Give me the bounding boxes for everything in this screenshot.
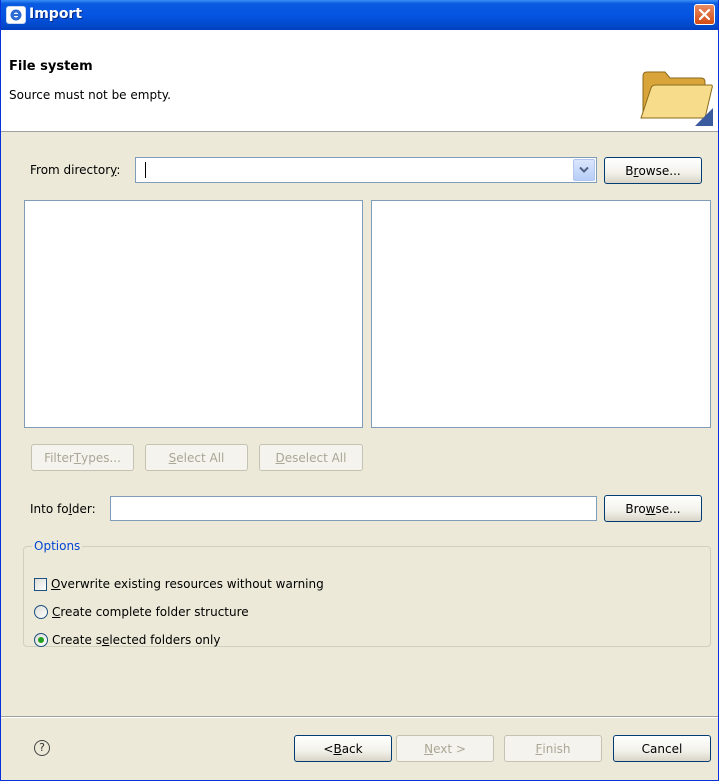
options-legend: Options xyxy=(34,539,81,553)
footer-separator xyxy=(1,716,718,718)
page-title: File system xyxy=(9,59,93,74)
error-message: Source must not be empty. xyxy=(9,88,171,102)
chevron-down-icon xyxy=(579,166,589,173)
overwrite-checkbox[interactable] xyxy=(34,577,47,591)
wizard-header: File system Source must not be empty. xyxy=(1,30,718,132)
browse-source-button[interactable]: Br owse... xyxy=(604,157,702,184)
file-list-panel[interactable] xyxy=(371,200,711,428)
selected-only-label: Create selected folders only xyxy=(52,633,221,647)
back-button[interactable]: < Back xyxy=(294,735,392,762)
app-icon xyxy=(6,6,26,24)
folder-icon xyxy=(640,71,713,126)
complete-structure-radio[interactable] xyxy=(34,605,48,619)
from-directory-combo[interactable] xyxy=(135,157,597,183)
filter-types-button[interactable]: Filter Types... xyxy=(31,444,134,471)
next-button[interactable]: Next > xyxy=(396,735,494,762)
import-dialog: Import File system Source must not be em… xyxy=(0,0,719,781)
finish-button[interactable]: Finish xyxy=(504,735,602,762)
combo-dropdown-button[interactable] xyxy=(573,159,595,181)
deselect-all-button[interactable]: Deselect All xyxy=(259,444,363,471)
close-button[interactable] xyxy=(694,4,715,25)
into-folder-label: Into folder: xyxy=(30,502,96,516)
text-caret xyxy=(145,162,146,178)
complete-structure-option[interactable]: Create complete folder structure xyxy=(34,605,249,619)
window-title: Import xyxy=(29,6,83,22)
help-icon[interactable]: ? xyxy=(34,740,50,756)
cancel-button[interactable]: Cancel xyxy=(613,735,711,762)
folder-tree-panel[interactable] xyxy=(24,200,363,428)
into-folder-input[interactable] xyxy=(110,496,597,521)
close-icon xyxy=(699,9,710,20)
select-all-button[interactable]: Select All xyxy=(145,444,248,471)
complete-structure-label: Create complete folder structure xyxy=(52,605,249,619)
from-directory-label: From directory: xyxy=(30,163,121,177)
selected-only-option[interactable]: Create selected folders only xyxy=(34,633,220,647)
title-bar[interactable]: Import xyxy=(1,0,718,30)
overwrite-option[interactable]: Overwrite existing resources without war… xyxy=(34,577,324,591)
selected-only-radio[interactable] xyxy=(34,633,48,647)
options-group: Options Overwrite existing resources wit… xyxy=(23,539,711,647)
overwrite-label: Overwrite existing resources without war… xyxy=(51,577,324,591)
browse-target-button[interactable]: Bro w se... xyxy=(604,495,702,522)
